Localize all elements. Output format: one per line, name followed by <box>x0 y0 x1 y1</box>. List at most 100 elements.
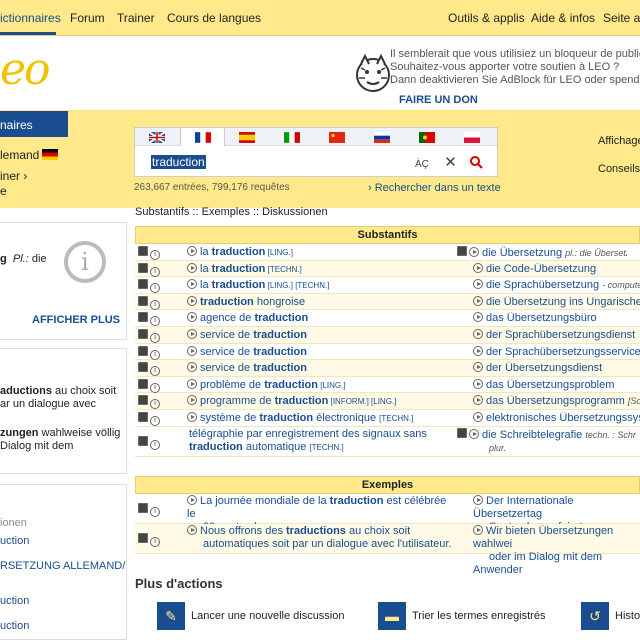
save-icon[interactable] <box>138 246 148 256</box>
dictionaries-button[interactable]: naires <box>0 111 68 137</box>
play-icon[interactable] <box>469 247 479 257</box>
save-icon[interactable] <box>138 345 148 356</box>
nav-outils[interactable]: Outils & applis <box>448 11 525 25</box>
right-entry[interactable]: die Code-Übersetzung <box>473 262 640 275</box>
play-icon[interactable] <box>473 295 483 306</box>
left-entry[interactable]: service de traduction <box>187 328 457 341</box>
right-entry[interactable]: der Übersetzungsdienst <box>473 362 640 374</box>
left-entry[interactable]: service de traduction <box>187 362 457 374</box>
flag-tab-en[interactable] <box>135 128 180 146</box>
discussion-link[interactable]: uction <box>0 595 29 607</box>
left-entry[interactable]: service de traduction <box>187 345 457 358</box>
right-entry[interactable]: die Schreibtelegrafie techn. : Schr plur. <box>457 427 640 455</box>
right-entry[interactable]: die Übersetzung pl.: die Übersetzu <box>457 246 627 259</box>
play-icon[interactable] <box>473 495 483 505</box>
play-icon[interactable] <box>187 378 197 389</box>
table-row[interactable]: i agence de traduction das Übersetzungsbür… <box>135 310 640 327</box>
sidebar-item-allemand[interactable]: lemand <box>0 148 59 162</box>
play-icon[interactable] <box>469 428 479 439</box>
right-entry[interactable]: der Sprachübersetzungsdienst <box>473 328 640 341</box>
save-icon[interactable] <box>138 378 148 389</box>
info-icon[interactable]: i <box>150 349 160 360</box>
play-icon[interactable] <box>187 345 197 356</box>
info-icon[interactable]: i <box>150 399 160 410</box>
discussion-link[interactable]: uction <box>0 620 29 632</box>
tips-link[interactable]: Conseils <box>598 163 640 175</box>
play-icon[interactable] <box>187 495 197 505</box>
right-entry[interactable]: das Übersetzungsbüro <box>473 312 640 324</box>
save-icon[interactable] <box>138 411 148 422</box>
nav-dictionnaires[interactable]: ictionnaires <box>0 11 61 25</box>
nav-cours[interactable]: Cours de langues <box>167 11 261 25</box>
discussion-link[interactable]: uction <box>0 535 29 547</box>
flag-tab-ru[interactable] <box>360 128 405 146</box>
right-entry[interactable]: elektronisches Übersetzungssyste <box>473 411 640 424</box>
book-icon[interactable] <box>457 427 467 438</box>
table-row[interactable]: i télégraphie par enregistrement des sig… <box>135 427 640 457</box>
play-icon[interactable] <box>187 295 197 306</box>
info-icon[interactable]: i <box>150 415 160 426</box>
search-icon[interactable] <box>470 156 483 170</box>
discussion-link[interactable]: RSETZUNG ALLEMAND/ <box>0 560 125 572</box>
play-icon[interactable] <box>473 262 483 273</box>
table-row[interactable]: i la traduction [TECHN.] die Code-Übersetz… <box>135 260 640 278</box>
info-icon[interactable]: i <box>150 250 160 260</box>
play-icon[interactable] <box>473 345 483 356</box>
right-entry[interactable]: das Übersetzungsproblem <box>473 378 640 391</box>
right-entry[interactable]: die Sprachübersetzung - computer <box>473 279 640 291</box>
left-entry[interactable]: Nous offrons des traductions au choix so… <box>187 525 457 551</box>
table-row[interactable]: i programme de traduction [INFORM.] [LING… <box>135 393 640 410</box>
info-icon[interactable]: i <box>150 537 160 547</box>
play-icon[interactable] <box>473 378 483 389</box>
left-entry[interactable]: système de traduction électronique [TECH… <box>187 411 457 424</box>
right-entry[interactable]: die Übersetzung ins Ungarische <box>473 295 640 308</box>
right-entry[interactable]: Wir bieten Übersetzungen wahlwei oder im … <box>473 525 640 577</box>
flag-tab-pt[interactable] <box>405 128 450 146</box>
table-row[interactable]: i Nous offrons des traductions au choix … <box>135 524 640 576</box>
save-icon[interactable] <box>138 262 148 273</box>
flag-tab-pl[interactable] <box>450 128 495 146</box>
text-search-link[interactable]: › Rechercher dans un texte <box>368 182 501 194</box>
display-settings-link[interactable]: Affichage <box>598 135 640 147</box>
left-entry[interactable]: problème de traduction [LING.] <box>187 378 457 391</box>
donate-link[interactable]: FAIRE UN DON <box>399 94 478 106</box>
table-row[interactable]: i La journée mondiale de la traduction e… <box>135 494 640 533</box>
save-icon[interactable] <box>138 503 148 513</box>
play-icon[interactable] <box>187 525 197 535</box>
left-entry[interactable]: la traduction [TECHN.] <box>187 262 457 275</box>
left-entry[interactable]: télégraphie par enregistrement des signa… <box>189 428 459 454</box>
table-row[interactable]: i traduction hongroise die Übersetzung ins… <box>135 293 640 311</box>
play-icon[interactable] <box>473 279 483 290</box>
search-input[interactable]: traduction <box>151 155 206 169</box>
info-icon[interactable]: i <box>150 382 160 393</box>
save-icon[interactable] <box>138 312 148 323</box>
play-icon[interactable] <box>473 362 483 373</box>
play-icon[interactable] <box>187 246 197 256</box>
flag-tab-es[interactable] <box>225 128 270 146</box>
clear-icon[interactable]: ✕ <box>444 154 457 171</box>
play-icon[interactable] <box>473 312 483 323</box>
nav-aide[interactable]: Aide & infos <box>531 11 595 25</box>
table-row[interactable]: i service de traduction der Sprachübersetz… <box>135 344 640 361</box>
left-entry[interactable]: agence de traduction <box>187 312 457 324</box>
play-icon[interactable] <box>187 362 197 373</box>
play-icon[interactable] <box>187 411 197 422</box>
book-icon[interactable] <box>457 246 467 256</box>
table-row[interactable]: i la traduction [LING.] die Übersetzung pl… <box>135 244 640 261</box>
table-row[interactable]: i service de traduction der Übersetzungsdi… <box>135 360 640 377</box>
save-icon[interactable] <box>138 328 148 339</box>
info-icon[interactable]: i <box>150 266 160 277</box>
table-row[interactable]: i la traduction [LING.] [TECHN.] die Sprac… <box>135 277 640 294</box>
nav-trainer[interactable]: Trainer <box>117 11 155 25</box>
special-chars-icon[interactable]: ÀÇ <box>415 159 429 170</box>
info-icon[interactable]: i <box>150 439 160 450</box>
breadcrumb[interactable]: Substantifs :: Exemples :: Diskussionen <box>135 206 328 218</box>
play-icon[interactable] <box>187 395 197 406</box>
sidebar-item-extra[interactable]: e <box>0 184 7 198</box>
save-icon[interactable] <box>138 435 148 446</box>
info-icon[interactable]: i <box>150 299 160 310</box>
play-icon[interactable] <box>473 395 483 406</box>
flag-tab-zh[interactable] <box>315 128 360 146</box>
play-icon[interactable] <box>187 328 197 339</box>
table-row[interactable]: i problème de traduction [LING.] das Übers… <box>135 377 640 394</box>
